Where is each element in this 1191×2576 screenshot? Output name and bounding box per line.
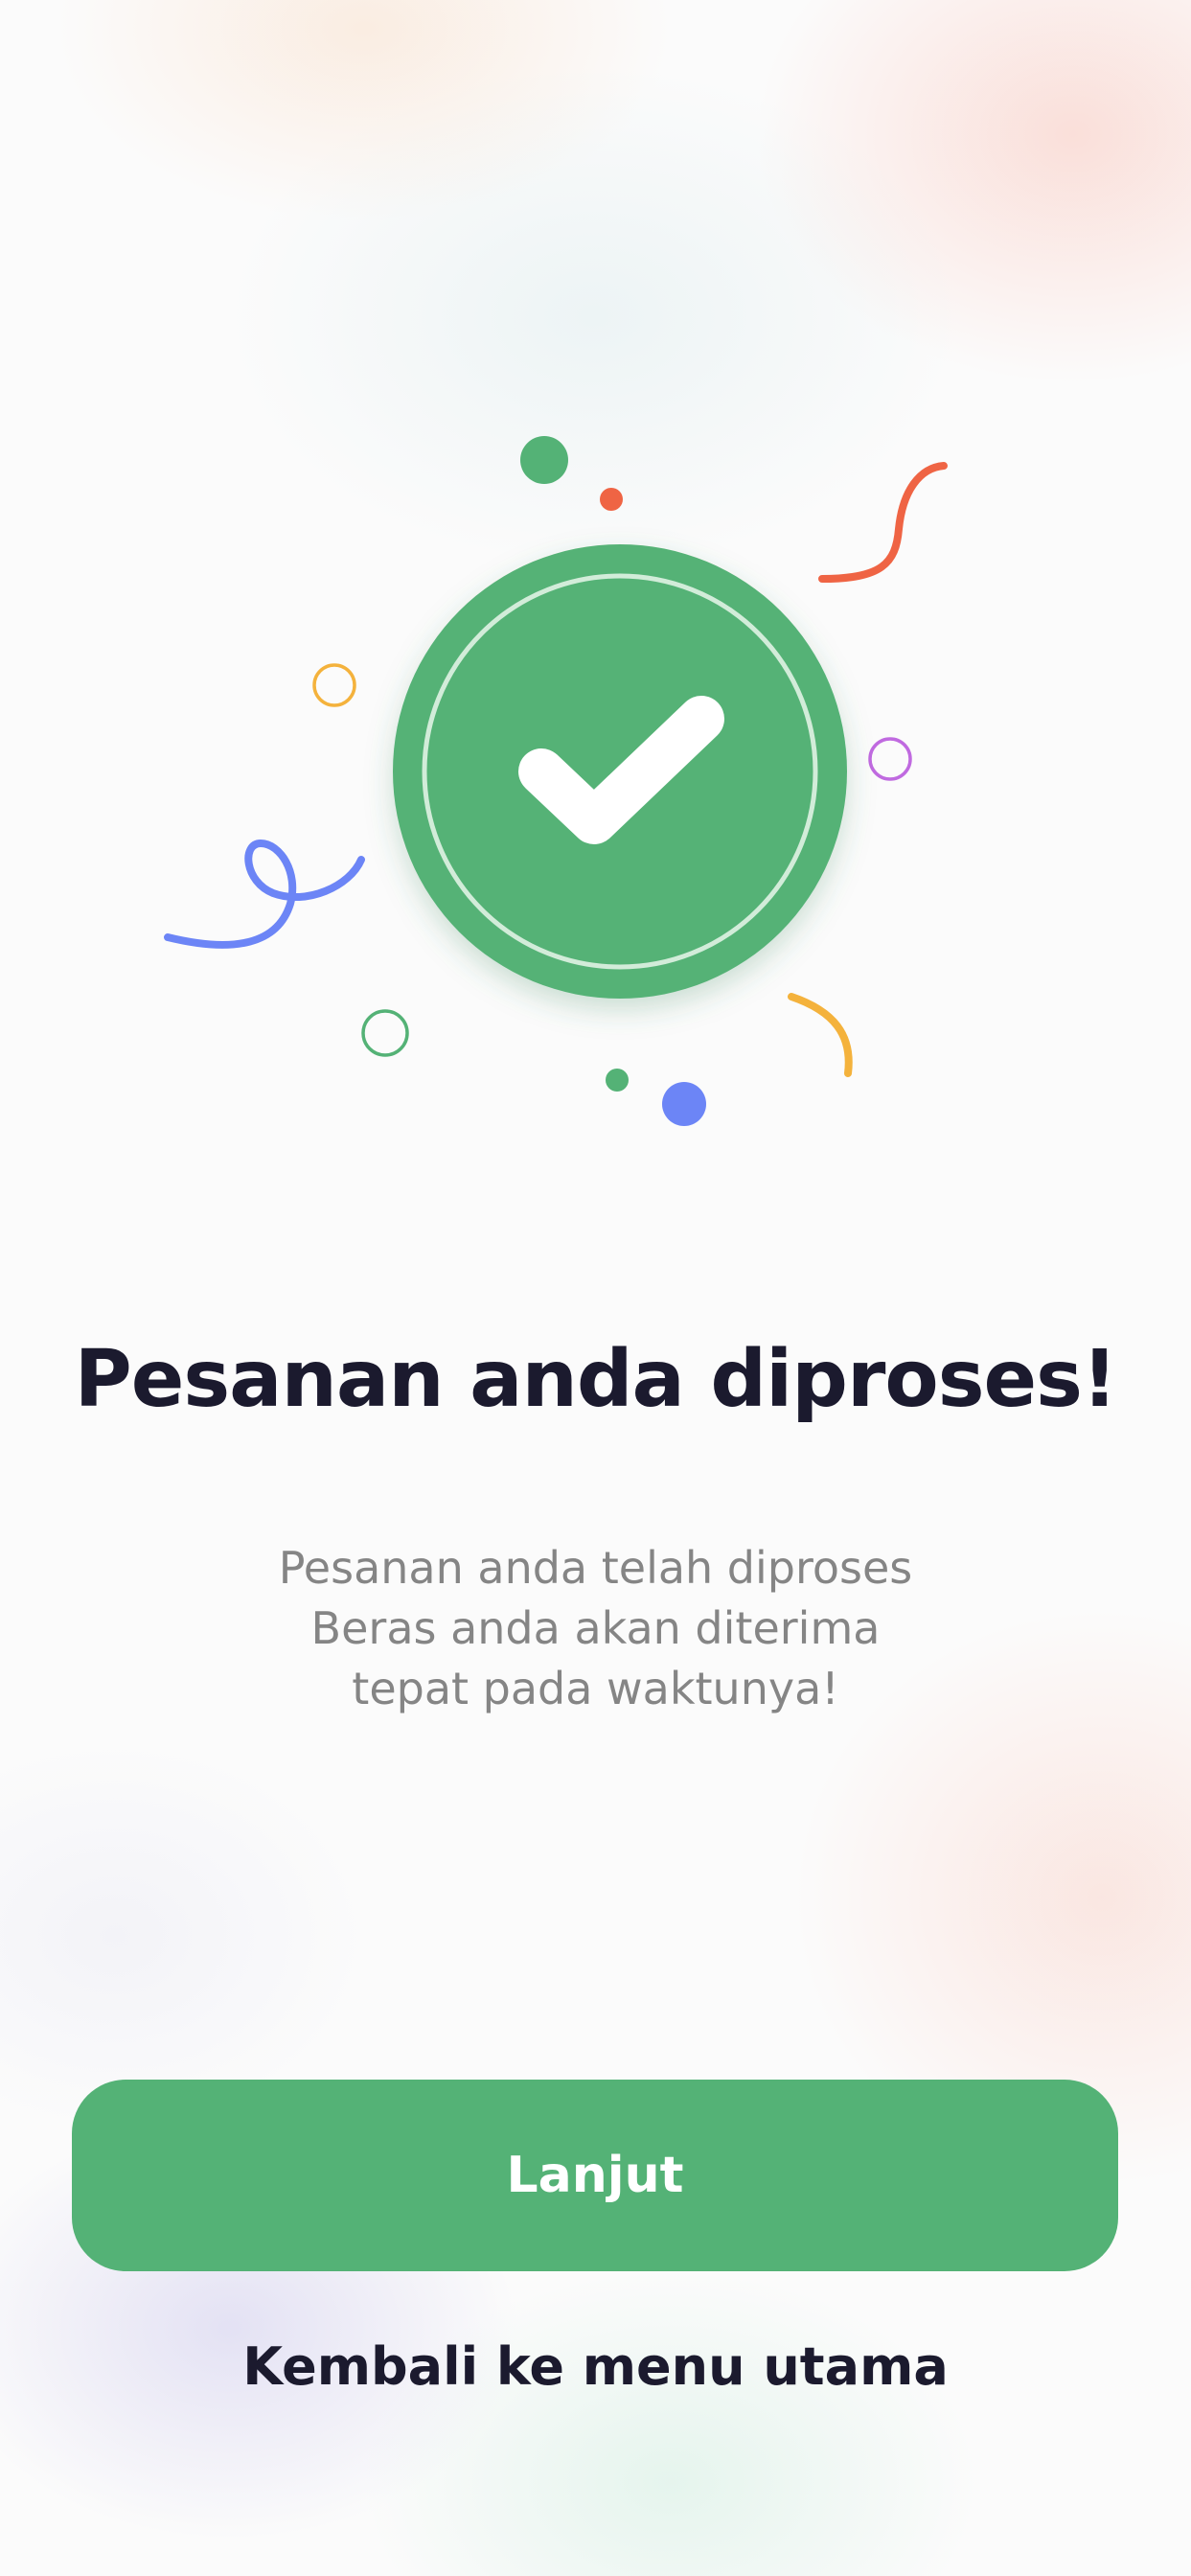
success-message-line: tepat pada waktunya! <box>352 1663 839 1714</box>
confetti-dot-green-small <box>606 1069 629 1092</box>
confetti-arc-yellow <box>788 993 853 1077</box>
confetti-loop-blue <box>164 840 365 949</box>
back-to-main-menu-link[interactable]: Kembali ke menu utama <box>0 2329 1191 2405</box>
success-illustration <box>164 436 948 1126</box>
confetti-dot-green-large <box>520 436 568 484</box>
confetti-ring-green <box>361 1009 409 1057</box>
success-title: Pesanan anda diproses! <box>74 1334 1118 1425</box>
success-message-line: Beras anda akan diterima <box>310 1602 881 1654</box>
confetti-squiggle-orange <box>818 462 948 583</box>
confetti-dot-blue <box>662 1082 706 1126</box>
confetti-ring-purple <box>868 737 912 781</box>
confetti-dot-orange <box>600 488 623 511</box>
continue-button[interactable]: Lanjut <box>72 2080 1118 2271</box>
confetti-ring-yellow <box>312 663 356 707</box>
success-message: Pesanan anda telah diproses Beras anda a… <box>0 1538 1191 1719</box>
success-message-line: Pesanan anda telah diproses <box>278 1542 913 1594</box>
